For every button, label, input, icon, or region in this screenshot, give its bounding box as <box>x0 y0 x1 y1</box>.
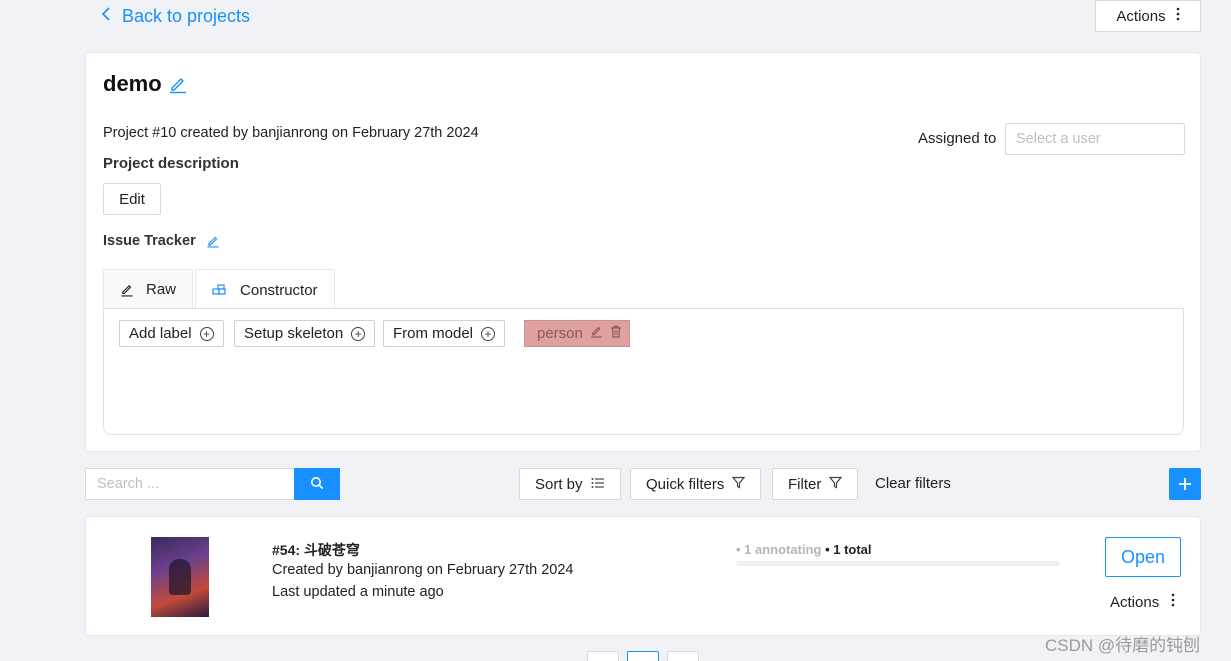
filter-button[interactable]: Filter <box>772 468 859 500</box>
assigned-to-label: Assigned to <box>918 130 997 147</box>
task-status-summary: • 1 annotating • 1 total <box>736 542 872 557</box>
label-editor-tabs: Raw Constructor <box>103 269 335 310</box>
search-icon <box>310 476 324 493</box>
edit-description-button[interactable]: Edit <box>103 183 161 215</box>
task-progress-bar <box>736 561 1060 566</box>
sort-by-button[interactable]: Sort by <box>519 468 621 500</box>
filter-icon <box>829 476 843 493</box>
from-model-text: From model <box>393 325 474 342</box>
search-button[interactable] <box>294 468 340 500</box>
edit-label-icon[interactable] <box>590 325 603 342</box>
task-annotating-count: • 1 annotating <box>736 542 822 557</box>
setup-skeleton-text: Setup skeleton <box>244 325 344 342</box>
pagination-page-current[interactable] <box>627 651 659 661</box>
project-actions-button[interactable]: Actions <box>1095 0 1201 32</box>
back-to-projects-label: Back to projects <box>122 5 251 26</box>
watermark-text: CSDN @待磨的钝刨 <box>1045 636 1201 655</box>
from-model-button[interactable]: From model + <box>383 320 506 347</box>
delete-label-icon[interactable] <box>610 325 622 342</box>
label-chip-person[interactable]: person <box>524 320 630 347</box>
more-vertical-icon <box>1171 593 1175 611</box>
sort-list-icon <box>591 476 605 493</box>
constructor-panel: Add label + Setup skeleton + From model … <box>103 308 1184 435</box>
issue-tracker-label: Issue Tracker <box>103 233 220 249</box>
quick-filters-button[interactable]: Quick filters <box>630 468 762 500</box>
task-search-input[interactable]: Search ... <box>85 468 295 500</box>
plus-circle-icon: + <box>481 326 496 341</box>
sort-by-label: Sort by <box>535 475 583 493</box>
add-label-button[interactable]: Add label + <box>119 320 224 347</box>
quick-filters-label: Quick filters <box>646 475 725 493</box>
tab-constructor[interactable]: Constructor <box>195 269 335 310</box>
edit-name-icon[interactable] <box>168 74 188 94</box>
pagination-next[interactable] <box>667 651 699 661</box>
assignee-select[interactable]: Select a user <box>1005 123 1185 155</box>
pencil-icon <box>120 283 134 297</box>
chevron-left-icon <box>100 6 112 27</box>
task-item-card: #54: 斗破苍穹 Created by banjianrong on Febr… <box>85 516 1201 636</box>
label-name: person <box>537 325 583 342</box>
project-name: demo <box>103 71 162 96</box>
plus-circle-icon: + <box>199 326 214 341</box>
task-updated-text: Last updated a minute ago <box>272 584 444 600</box>
project-description-label: Project description <box>103 155 239 172</box>
project-actions-label: Actions <box>1116 7 1166 25</box>
filter-label: Filter <box>788 475 822 493</box>
project-meta-text: Project #10 created by banjianrong on Fe… <box>103 125 479 141</box>
setup-skeleton-button[interactable]: Setup skeleton + <box>234 320 376 347</box>
filter-icon <box>732 476 746 493</box>
tab-raw[interactable]: Raw <box>103 269 194 309</box>
project-title: demo <box>103 71 188 97</box>
plus-icon <box>1178 470 1192 498</box>
plus-circle-icon: + <box>351 326 366 341</box>
project-details-card: demo Project #10 created by banjianrong … <box>85 52 1201 452</box>
tab-constructor-label: Constructor <box>240 281 318 299</box>
task-total-count: • 1 total <box>821 542 872 557</box>
add-label-text: Add label <box>129 325 192 342</box>
task-actions-button[interactable]: Actions <box>1110 593 1175 611</box>
task-title: #54: 斗破苍穹 <box>272 542 360 558</box>
task-created-text: Created by banjianrong on February 27th … <box>272 562 574 578</box>
open-task-button[interactable]: Open <box>1105 537 1181 577</box>
issue-tracker-text: Issue Tracker <box>103 233 196 249</box>
clear-filters-button[interactable]: Clear filters <box>875 475 951 492</box>
blocks-icon <box>212 284 228 296</box>
edit-issue-tracker-icon[interactable] <box>206 234 220 248</box>
task-preview-image[interactable] <box>151 537 209 617</box>
task-actions-label: Actions <box>1110 593 1160 611</box>
back-to-projects-link[interactable]: Back to projects <box>100 4 250 28</box>
add-task-button[interactable] <box>1169 468 1201 500</box>
tab-raw-label: Raw <box>146 281 177 298</box>
more-vertical-icon <box>1176 7 1180 25</box>
pagination-prev[interactable] <box>587 651 619 661</box>
